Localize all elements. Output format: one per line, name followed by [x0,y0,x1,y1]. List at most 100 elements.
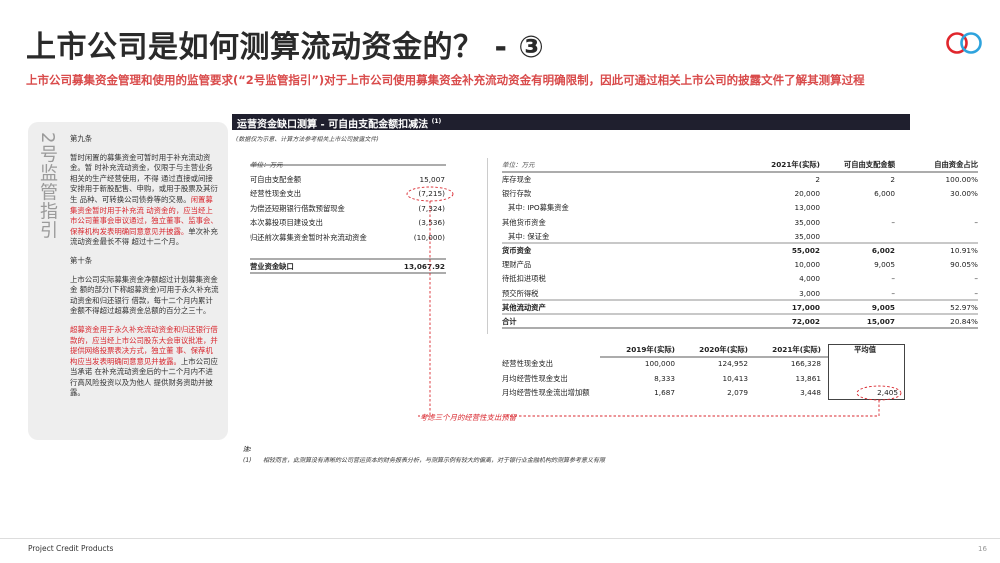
cell: – [974,288,978,298]
gap-calculation-table: 单位：万元 可自由支配金额 15,007 经营性现金支出 (7,215) 为偿还短期… [250,158,445,278]
total-value: 13,067.92 [403,262,445,271]
cell: 52.97% [950,302,978,312]
free-cash-table: 单位：万元 2021年(实际) 可自由支配金额 自由资金占比 库存现金 2 2 100… [502,158,978,334]
table-header-row: 单位：万元 2021年(实际) 可自由支配金额 自由资金占比 [502,158,978,172]
cell: 15,007 [866,317,895,326]
row-label: 待抵扣进项税 [502,274,546,284]
col-header: 2020年(实际) [699,345,748,354]
row-label: 其他货币资金 [502,217,546,227]
cell: 3,448 [800,387,821,397]
section-title-bar: 运营资金缺口测算 - 可自由支配金额扣减法 (1) [232,114,910,130]
table-row: 货币资金 55,002 6,002 10.91% [502,244,978,258]
table-row: 预交所得税 3,000 – – [502,287,978,301]
notes-heading: 注: [243,446,252,453]
double-ring-logo-icon [946,32,982,54]
right-table-unit: 单位：万元 [502,161,535,169]
article-10-text: 上市公司实际募集资金净额超过计划募集资金金 额的部分(下称超募资金)可用于永久补… [70,274,219,316]
cell: – [974,274,978,284]
table-row: 为偿还短期银行借款预留现金 (7,324) [250,202,445,216]
row-label: 其他流动资产 [502,302,546,312]
cell: 35,000 [794,231,820,241]
cell: 20,000 [794,189,820,199]
cell: 6,002 [871,246,895,255]
col-header: 2021年(实际) [772,345,821,354]
table-header-row: 2019年(实际) 2020年(实际) 2021年(实际) 平均值 [502,343,904,357]
footer-text: Project Credit Products [28,544,114,553]
row-label: 归还前次募集资金暂时补充流动资金 [250,233,367,242]
footer-divider [0,538,1000,539]
cell: 2,079 [727,387,748,397]
row-label: 合计 [502,317,517,326]
row-label: 预交所得税 [502,288,539,298]
row-label: 月均经营性现金支出 [502,373,568,383]
cell: 2 [815,175,820,184]
cell: 6,000 [874,189,895,199]
table-row: 归还前次募集资金暂时补充流动资金 (10,000) [250,231,445,245]
table-row: 经营性现金支出 (7,215) [250,187,445,201]
cell: 35,000 [794,217,820,227]
row-label: 库存现金 [502,175,532,184]
cell: 90.05% [950,260,978,270]
table-row: 月均经营性现金支出 8,333 10,413 13,861 [502,372,904,386]
row-label: 货币资金 [502,246,532,255]
table-row: 月均经营性现金流出增加额 1,687 2,079 3,448 2,405 [502,386,904,400]
column-divider [487,158,488,334]
row-label: 本次募投项目建设支出 [250,218,323,227]
page-number: 16 [978,545,987,553]
col-header: 2019年(实际) [626,345,675,354]
cell: 4,000 [799,274,820,284]
article-10-body: 超募资金用于永久补充流动资金和归还银行借款的，应当经上市公司股东大会审议批准，并… [70,325,220,399]
table-row: 其他流动资产 17,000 9,005 52.97% [502,301,978,315]
footnote-1-marker: (1) [243,457,252,464]
row-value: (10,000) [413,233,445,242]
table-row: 理财产品 10,000 9,005 90.05% [502,258,978,272]
article-9-body: 暂时闲置的募集资金可暂时用于补充流动资金。暂 时补充流动资金，仅限于与主营业务相… [70,153,220,248]
row-label: 理财产品 [502,260,532,270]
total-label: 营业资金缺口 [250,262,294,271]
row-label: 月均经营性现金流出增加额 [502,387,590,397]
row-value: (7,215) [418,189,445,198]
cell: 10,413 [722,373,748,383]
row-label: 经营性现金支出 [502,359,554,369]
row-label: 可自由支配金额 [250,175,302,184]
section-title: 运营资金缺口测算 - 可自由支配金额扣减法 [237,119,429,131]
regulation-text: 第九条 暂时闲置的募集资金可暂时用于补充流动资金。暂 时补充流动资金，仅限于与主… [70,134,220,407]
cell: 13,000 [794,203,820,213]
row-label: 其中: 保证金 [508,231,550,241]
table-row: 待抵扣进项税 4,000 – – [502,272,978,286]
three-month-reserve-annotation: 考虑三个月的经营性支出预留 [420,413,517,422]
cell: 100.00% [945,175,978,184]
cell: 72,002 [791,317,820,326]
cell: 3,000 [799,288,820,298]
col-header: 平均值 [854,345,876,354]
row-label: 其中: IPO募集资金 [508,203,569,213]
table-row: 其他货币资金 35,000 – – [502,216,978,230]
table-row: 经营性现金支出 100,000 124,952 166,328 [502,357,904,371]
table-row: 其中: IPO募集资金 13,000 [502,201,978,215]
page-title: 上市公司是如何测算流动资金的？ - ③ [26,30,545,65]
cell: 166,328 [790,359,821,369]
col-header: 自由资金占比 [934,160,978,169]
cell: 9,005 [871,302,895,312]
table-row: 合计 72,002 15,007 20.84% [502,315,978,329]
cell: – [974,217,978,227]
cell: 30.00% [950,189,978,199]
footnote-1-text: 相较而言，此测算没有清晰的公司营运资本的财务报表分析，与测算示例有较大的偏离，对… [262,457,605,464]
cell: 1,687 [654,387,675,397]
left-table-unit: 单位：万元 [250,161,283,169]
cell: 17,000 [791,302,820,312]
cell: 10,000 [794,260,820,270]
row-label: 经营性现金支出 [250,189,302,198]
cell: – [891,274,895,284]
cell: – [891,217,895,227]
cell: 55,002 [791,246,820,255]
page-subtitle: 上市公司募集资金管理和使用的监管要求(“2号监管指引”)对于上市公司使用募集资金… [26,73,865,87]
table-row: 库存现金 2 2 100.00% [502,173,978,187]
article-10-heading: 第十条 [70,255,93,265]
table-row: 其中: 保证金 35,000 [502,230,978,244]
cell: 20.84% [950,317,978,326]
cell: 13,861 [795,373,821,383]
operating-cash-table: 2019年(实际) 2020年(实际) 2021年(实际) 平均值 经营性现金支… [502,343,904,401]
cell: 100,000 [644,359,675,369]
article-9-heading: 第九条 [70,134,93,143]
